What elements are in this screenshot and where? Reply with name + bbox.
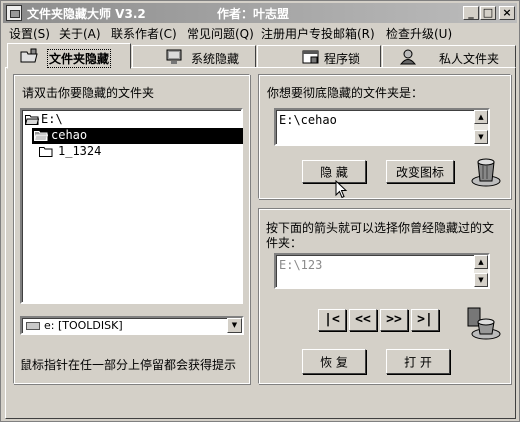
- app-icon: [6, 5, 22, 21]
- folder-icon: [39, 147, 53, 157]
- drive-lock-icon: [467, 307, 501, 340]
- tab-label: 程序锁: [324, 52, 361, 66]
- open-button-label: 打 开: [404, 355, 432, 369]
- scroll-up-icon[interactable]: ▲: [474, 110, 488, 124]
- author-label: 作者：叶志盟: [217, 7, 290, 21]
- first-record-button[interactable]: |<: [318, 309, 346, 331]
- tree-item-1_1324[interactable]: 1_1324: [38, 144, 158, 160]
- hide-button-label: 隐 藏: [320, 165, 348, 179]
- restore-button[interactable]: 恢 复: [302, 349, 366, 374]
- scroll-up-icon[interactable]: ▲: [474, 255, 488, 269]
- trash-can-icon: [471, 158, 501, 187]
- tree-item-label: cehao: [51, 128, 88, 142]
- drive-select[interactable]: e: [TOOLDISK] ▼: [20, 316, 244, 335]
- tab-folder-hide[interactable]: 文件夹隐藏: [7, 43, 131, 69]
- restore-path-scrollbar[interactable]: ▲ ▼: [474, 255, 488, 287]
- window-title: 文件夹隐藏大师 V3.2: [27, 7, 146, 21]
- program-lock-icon: [302, 50, 319, 64]
- folder-lock-icon: [20, 48, 38, 63]
- mouse-cursor-icon: [335, 180, 348, 199]
- hide-path-scrollbar[interactable]: ▲ ▼: [474, 110, 488, 144]
- hide-path-value: E:\cehao: [279, 113, 337, 127]
- tab-private-folder[interactable]: 私人文件夹: [382, 45, 516, 67]
- menu-contact-author[interactable]: 联系作者(C): [111, 25, 177, 42]
- tree-item-label: 1_1324: [58, 144, 102, 158]
- hide-button[interactable]: 隐 藏: [302, 160, 366, 183]
- prev-record-button[interactable]: <<: [349, 309, 377, 331]
- drive-select-value: e: [TOOLDISK]: [44, 319, 123, 332]
- change-icon-label: 改变图标: [395, 165, 444, 179]
- tab-system-hide[interactable]: 系统隐藏: [132, 45, 256, 67]
- open-button[interactable]: 打 开: [386, 349, 450, 374]
- close-button[interactable]: ×: [499, 6, 515, 20]
- restore-button-label: 恢 复: [320, 355, 348, 369]
- tab-program-lock[interactable]: 程序锁: [257, 45, 381, 67]
- tab-label: 系统隐藏: [191, 52, 240, 66]
- menu-register-mail[interactable]: 注册用户专投邮箱(R): [261, 25, 375, 42]
- hint-text: 鼠标指针在任一部分上停留都会获得提示: [20, 358, 237, 372]
- tab-label: 文件夹隐藏: [46, 49, 112, 68]
- instruction-label: 请双击你要隐藏的文件夹: [22, 86, 155, 100]
- tab-label: 私人文件夹: [439, 52, 500, 66]
- hide-target-label: 你想要彻底隐藏的文件夹是：: [267, 86, 424, 100]
- menu-bar: 设置(S) 关于(A) 联系作者(C) 常见问题(Q) 注册用户专投邮箱(R) …: [3, 23, 517, 43]
- folder-tree[interactable]: E:\ cehao 1_1324: [20, 108, 243, 304]
- tree-item-drive[interactable]: E:\: [24, 112, 144, 128]
- tree-item-cehao[interactable]: cehao: [32, 128, 243, 144]
- drive-icon: [26, 322, 40, 330]
- last-record-button[interactable]: >|: [411, 309, 439, 331]
- open-folder-icon: [25, 115, 39, 125]
- scroll-down-icon[interactable]: ▼: [474, 273, 488, 287]
- person-folder-icon: [399, 49, 417, 65]
- title-bar[interactable]: 文件夹隐藏大师 V3.2 作者：叶志盟 _ □ ×: [3, 3, 517, 23]
- monitor-icon: [166, 49, 182, 64]
- menu-faq[interactable]: 常见问题(Q): [187, 25, 254, 42]
- chevron-down-icon[interactable]: ▼: [227, 318, 242, 333]
- hide-path-field[interactable]: E:\cehao ▲ ▼: [274, 108, 490, 146]
- open-folder-icon: [34, 131, 48, 141]
- restore-path-value: E:\123: [279, 258, 323, 272]
- menu-about[interactable]: 关于(A): [59, 25, 101, 42]
- menu-settings[interactable]: 设置(S): [9, 25, 50, 42]
- tree-item-label: E:\: [41, 112, 63, 126]
- scroll-down-icon[interactable]: ▼: [474, 130, 488, 144]
- minimize-button[interactable]: _: [463, 6, 479, 20]
- menu-check-update[interactable]: 检查升级(U): [386, 25, 452, 42]
- restore-label-line2: 件夹：: [266, 236, 303, 250]
- change-icon-button[interactable]: 改变图标: [386, 160, 454, 183]
- next-record-button[interactable]: >>: [380, 309, 408, 331]
- maximize-button[interactable]: □: [480, 6, 496, 20]
- restore-path-field[interactable]: E:\123 ▲ ▼: [274, 253, 490, 289]
